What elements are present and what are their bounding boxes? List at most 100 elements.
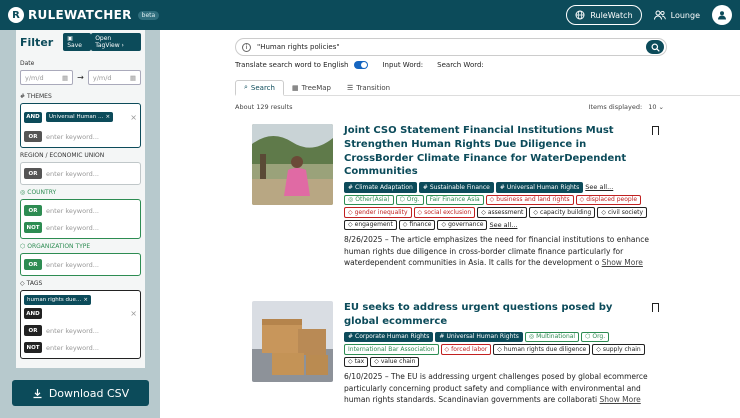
chip-close-icon[interactable]: ×	[83, 297, 88, 303]
themes-or-op[interactable]: OR	[24, 131, 42, 142]
search-word-label: Search Word:	[437, 61, 484, 69]
tag-chip[interactable]: ◇ engagement	[344, 219, 397, 231]
tags-not-op[interactable]: NOT	[24, 342, 42, 353]
tag-chip[interactable]: ◎ Other(Asia)	[344, 194, 394, 206]
tag-label: Universal Human Rights	[506, 183, 580, 191]
rulewatch-nav-button[interactable]: RuleWatch	[566, 5, 642, 25]
open-tagview-button[interactable]: Open TagView ›	[91, 33, 141, 51]
article-title[interactable]: EU seeks to address urgent questions pos…	[344, 301, 649, 329]
show-more-link[interactable]: Show More	[600, 395, 641, 404]
date-from-input[interactable]: y/m/d ▦	[20, 70, 74, 85]
download-csv-button[interactable]: Download CSV	[12, 380, 149, 406]
tag-chip[interactable]: # Sustainable Finance	[418, 182, 494, 193]
view-tabs: ⌕ Search ▦ TreeMap ☰ Transition	[235, 80, 740, 96]
article-title[interactable]: Joint CSO Statement Financial Institutio…	[344, 124, 649, 179]
arrow-icon: →	[77, 73, 84, 82]
tag-label: Sustainable Finance	[429, 183, 490, 191]
search-bar[interactable]: i "Human rights policies"	[235, 38, 667, 56]
tag-chip[interactable]: ◇ tax	[344, 356, 369, 368]
tag-chip[interactable]: ⬡ Org.	[581, 331, 610, 343]
items-displayed-label: Items displayed:	[588, 103, 643, 111]
tag-chip[interactable]: ◇ gender inequality	[344, 207, 412, 218]
tags-and-op[interactable]: AND	[24, 308, 42, 319]
translate-toggle[interactable]	[354, 61, 369, 69]
bookmark-icon[interactable]	[652, 126, 659, 135]
country-not-input[interactable]: enter keyword...	[46, 224, 99, 232]
tag-chip[interactable]: ◇ forced labor	[440, 344, 492, 355]
logo[interactable]: R RULEWATCHER beta	[8, 7, 160, 23]
clear-icon[interactable]: ×	[130, 113, 137, 122]
tag-icon: ◇	[441, 221, 447, 229]
article-thumbnail[interactable]	[252, 124, 333, 205]
tab-treemap[interactable]: ▦ TreeMap	[284, 80, 339, 95]
search-input[interactable]: "Human rights policies"	[257, 43, 340, 51]
org-icon: ⬡	[399, 196, 405, 204]
tag-chip[interactable]: ◇ civil society	[597, 207, 648, 218]
tag-chip[interactable]: ◇ human rights due diligence	[493, 344, 591, 355]
region-or-op[interactable]: OR	[24, 168, 42, 179]
tag-chip[interactable]: ◇ finance	[398, 219, 436, 231]
orgtype-or-op[interactable]: OR	[24, 259, 42, 270]
article-thumbnail[interactable]	[252, 301, 333, 382]
tag-label: civil society	[607, 208, 644, 216]
tag-chip[interactable]: # Climate Adaptation	[344, 182, 417, 193]
search-button[interactable]	[646, 40, 664, 54]
see-all-link[interactable]: See all...	[585, 183, 613, 191]
hash-icon: #	[348, 183, 354, 191]
date-to-input[interactable]: y/m/d ▦	[87, 70, 141, 85]
tags-chip[interactable]: human rights due… ×	[24, 295, 91, 305]
tag-chip[interactable]: ◇ supply chain	[592, 344, 645, 355]
country-keyword-input[interactable]: enter keyword...	[46, 207, 99, 215]
tag-chip[interactable]: Fair Finance Asia	[425, 194, 484, 206]
tag-chip[interactable]: ◇ social exclusion	[413, 207, 476, 218]
items-displayed-select[interactable]: 10 ⌄	[648, 103, 664, 111]
tag-label: Org.	[406, 196, 420, 204]
orgtype-keyword-input[interactable]: enter keyword...	[46, 261, 99, 269]
tab-transition[interactable]: ☰ Transition	[339, 80, 398, 95]
country-not-op[interactable]: NOT	[24, 222, 42, 233]
items-displayed-value: 10	[648, 103, 657, 111]
user-avatar-button[interactable]	[712, 5, 732, 25]
clear-icon[interactable]: ×	[130, 309, 137, 318]
bookmark-icon[interactable]	[652, 303, 659, 312]
save-label: Save	[67, 42, 82, 49]
tab-search-label: Search	[250, 83, 275, 92]
show-more-link[interactable]: Show More	[602, 258, 643, 267]
tags-or-op[interactable]: OR	[24, 325, 42, 336]
save-icon: ▣	[67, 35, 73, 42]
tag-chip[interactable]: # Corporate Human Rights	[344, 331, 434, 343]
tags-not-input[interactable]: enter keyword...	[46, 344, 99, 352]
chip-close-icon[interactable]: ×	[106, 114, 111, 120]
tab-search[interactable]: ⌕ Search	[235, 80, 284, 96]
tag-icon: ◇	[348, 358, 353, 366]
orgtype-filter: OR enter keyword...	[20, 253, 141, 276]
country-or-op[interactable]: OR	[24, 205, 42, 216]
tag-chip[interactable]: ◇ business and land rights	[485, 194, 574, 206]
themes-and-op[interactable]: AND	[24, 111, 42, 123]
tags-keyword-input[interactable]: enter keyword...	[46, 327, 99, 335]
tag-chip[interactable]: ◇ value chain	[370, 356, 420, 368]
themes-keyword-input[interactable]: enter keyword...	[46, 133, 99, 141]
tag-icon: ◇	[601, 208, 606, 216]
tag-chip[interactable]: # Universal Human Rights	[495, 182, 584, 193]
tag-icon: ◇	[579, 196, 585, 204]
see-all-link[interactable]: See all...	[489, 221, 517, 229]
tag-chip[interactable]: ◎ Multinational	[524, 331, 580, 343]
tag-chip[interactable]: ◇ displaced people	[575, 194, 642, 206]
tag-chip[interactable]: # Universal Human Rights	[435, 331, 523, 343]
tag-label: displaced people	[586, 196, 638, 204]
save-button[interactable]: ▣ Save	[63, 33, 92, 51]
tag-chip[interactable]: ◇ capacity building	[529, 207, 596, 218]
tag-chip[interactable]: ◇ assessment	[477, 207, 528, 218]
tag-chip[interactable]: ◇ governance	[437, 219, 488, 231]
tag-icon: ◇	[489, 196, 495, 204]
tag-chip[interactable]: International Bar Association	[344, 344, 439, 355]
tag-icon: ◇	[20, 279, 25, 287]
calendar-icon: ▦	[61, 73, 69, 82]
themes-chip[interactable]: Universal Human … ×	[46, 112, 114, 122]
region-label: REGION / ECONOMIC UNION	[20, 151, 105, 159]
lounge-nav-button[interactable]: Lounge	[648, 5, 706, 25]
region-keyword-input[interactable]: enter keyword...	[46, 170, 99, 178]
hash-icon: #	[422, 183, 428, 191]
tag-chip[interactable]: ⬡ Org.	[395, 194, 424, 206]
